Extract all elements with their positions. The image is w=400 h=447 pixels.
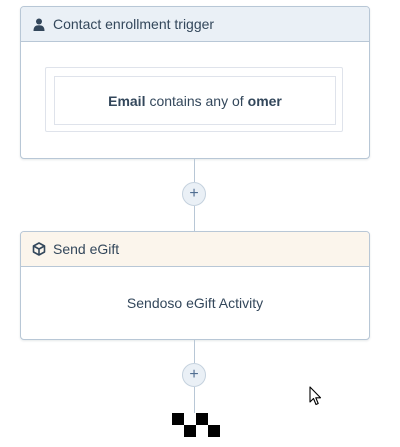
plus-icon: + xyxy=(189,366,199,383)
connector-line xyxy=(194,387,195,413)
filter-condition[interactable]: Email contains any of omer xyxy=(54,76,336,125)
trigger-card-title: Contact enrollment trigger xyxy=(53,16,215,32)
connector-line xyxy=(194,158,195,182)
send-egift-action-card[interactable]: Send eGift Sendoso eGift Activity xyxy=(20,231,370,340)
connector-line xyxy=(194,206,195,231)
filter-property: Email xyxy=(108,92,146,109)
filter-group[interactable]: Email contains any of omer xyxy=(45,67,343,132)
add-step-button[interactable]: + xyxy=(182,363,206,387)
action-description: Sendoso eGift Activity xyxy=(126,295,264,311)
action-card-title: Send eGift xyxy=(53,241,120,257)
add-step-button[interactable]: + xyxy=(182,182,206,206)
connector-line xyxy=(194,339,195,363)
filter-value: omer xyxy=(247,92,282,109)
enrollment-trigger-card[interactable]: Contact enrollment trigger Email contain… xyxy=(20,6,370,159)
cube-icon xyxy=(32,242,46,256)
trigger-card-header[interactable]: Contact enrollment trigger xyxy=(21,7,369,42)
mouse-pointer-icon xyxy=(309,386,322,406)
action-card-header[interactable]: Send eGift xyxy=(21,232,369,267)
contact-person-icon xyxy=(32,17,46,31)
workflow-canvas: Contact enrollment trigger Email contain… xyxy=(0,0,400,447)
workflow-end-flag-icon xyxy=(172,413,220,437)
plus-icon: + xyxy=(189,185,199,202)
filter-operator: contains any of xyxy=(149,92,244,109)
